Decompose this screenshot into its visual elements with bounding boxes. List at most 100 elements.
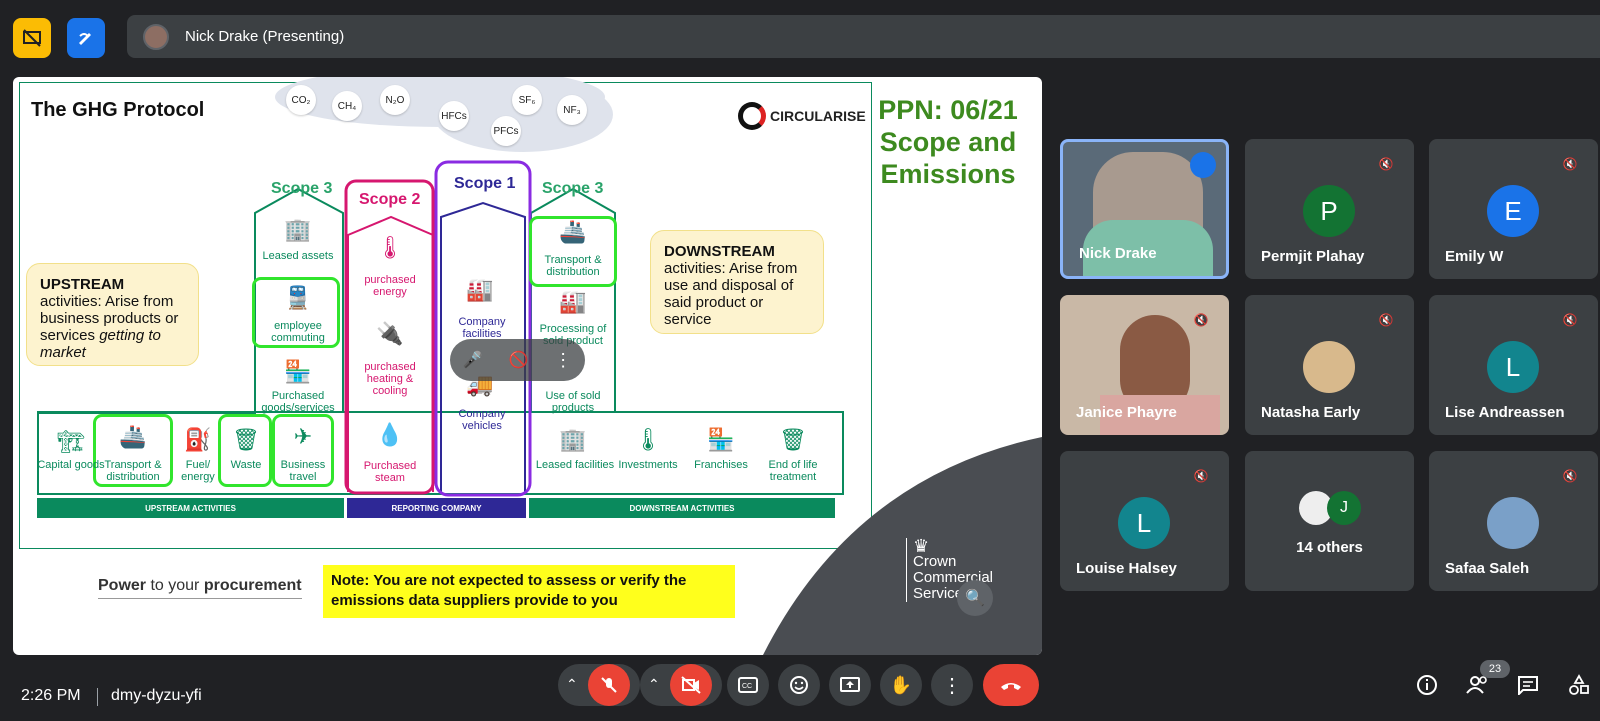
- participant-tile-permjit[interactable]: 🔇 P Permjit Plahay: [1245, 139, 1414, 279]
- downstream-bold: DOWNSTREAM: [664, 243, 775, 260]
- avatar: J: [1327, 491, 1361, 525]
- emoji-button[interactable]: [778, 664, 820, 706]
- train-icon: 🚆: [284, 285, 312, 310]
- present-screen-icon: [840, 677, 860, 692]
- purchased-energy-label: purchased energy: [364, 274, 416, 298]
- participant-tile-others[interactable]: J 14 others: [1245, 451, 1414, 591]
- ship-icon: 🚢: [559, 219, 587, 244]
- clock: 2:26 PM: [21, 687, 81, 704]
- presenting-banner[interactable]: Nick Drake (Presenting): [127, 15, 1600, 58]
- factory-icon: 🏭: [466, 277, 494, 302]
- people-count-badge: 23: [1480, 660, 1510, 678]
- participant-tile-lise[interactable]: 🔇 L Lise Andreassen: [1429, 295, 1598, 435]
- business-travel-icon: ✈: [293, 424, 313, 449]
- mic-off-button[interactable]: [588, 664, 630, 706]
- capital-goods-icon: 🏗: [57, 429, 85, 454]
- participant-name: Lise Andreassen: [1445, 404, 1565, 421]
- ppn-line1: PPN: 06/21: [878, 95, 1018, 125]
- video-off-icon[interactable]: 🚫: [509, 350, 529, 370]
- top-bar: Nick Drake (Presenting): [0, 0, 1600, 72]
- slide-overlay-controls[interactable]: 🎤 🚫 ⋮: [450, 339, 585, 381]
- captions-button[interactable]: CC: [727, 664, 769, 706]
- camera-off-button[interactable]: [670, 664, 712, 706]
- company-facilities-label: Company facilities: [458, 316, 506, 340]
- leased-facilities-icon: 🏢: [559, 427, 587, 452]
- participant-tile-louise[interactable]: 🔇 L Louise Halsey: [1060, 451, 1229, 591]
- presentation-slide: The GHG Protocol CO₂ CH₄ N₂O HFCs PFCs S…: [13, 77, 1042, 655]
- others-label: 14 others: [1296, 539, 1363, 556]
- steam-icon: 💧: [376, 422, 404, 447]
- more-vert-icon[interactable]: ⋮: [554, 350, 572, 371]
- scope1-label: Scope 1: [454, 175, 516, 192]
- participant-name: Natasha Early: [1261, 404, 1361, 421]
- raise-hand-button[interactable]: ✋: [880, 664, 922, 706]
- mic-off-icon[interactable]: 🎤: [463, 350, 483, 370]
- participant-tile-safaa[interactable]: 🔇 Safaa Saleh: [1429, 451, 1598, 591]
- transport-icon: 🚢: [119, 424, 147, 449]
- investments-icon: 🌡: [634, 427, 662, 452]
- hide-slide-button[interactable]: [13, 18, 51, 58]
- power-tagline: Power to your procurement: [98, 577, 302, 599]
- fuel-energy-icon: ⛽: [184, 427, 212, 452]
- scope3-right-label: Scope 3: [542, 180, 604, 197]
- people-icon: [1466, 676, 1487, 694]
- participant-tile-emily[interactable]: 🔇 E Emily W: [1429, 139, 1598, 279]
- reporting-bar: REPORTING COMPANY: [347, 498, 526, 518]
- info-button[interactable]: [1414, 672, 1440, 698]
- captions-icon: CC: [738, 677, 758, 693]
- more-vert-icon: ⋮: [942, 674, 962, 697]
- franchises-label: Franchises: [694, 459, 748, 471]
- transport-left-label: Transport & distribution: [104, 459, 162, 483]
- leave-call-button[interactable]: [983, 664, 1039, 706]
- phone-hangup-icon: [1001, 683, 1021, 690]
- use-of-sold-label: Use of sold products: [545, 390, 601, 414]
- thermometer-icon: 🌡: [376, 235, 404, 260]
- participant-tile-nick-drake[interactable]: Nick Drake: [1060, 139, 1229, 279]
- participant-name: Nick Drake: [1079, 245, 1157, 262]
- transport-right-label: Transport & distribution: [544, 254, 602, 278]
- chat-button[interactable]: [1515, 672, 1541, 698]
- zoom-button[interactable]: 🔍: [957, 580, 993, 616]
- upstream-bar: UPSTREAM ACTIVITIES: [37, 498, 344, 518]
- store-icon: 🏪: [284, 359, 312, 384]
- svg-text:CC: CC: [742, 683, 752, 690]
- upstream-bold: UPSTREAM: [40, 276, 125, 293]
- scope2-label: Scope 2: [359, 191, 421, 208]
- annotate-button[interactable]: [67, 18, 105, 58]
- mic-muted-icon: 🔇: [1562, 157, 1578, 171]
- activities-button[interactable]: [1566, 672, 1592, 698]
- participant-tile-natasha[interactable]: 🔇 Natasha Early: [1245, 295, 1414, 435]
- meeting-code: dmy-dyzu-yfi: [111, 687, 202, 704]
- avatar: P: [1303, 185, 1355, 237]
- present-button[interactable]: [829, 664, 871, 706]
- more-options-button[interactable]: ⋮: [931, 664, 973, 706]
- avatar: L: [1487, 341, 1539, 393]
- mic-muted-icon: 🔇: [1193, 469, 1209, 483]
- leased-assets-icon: 🏢: [284, 217, 312, 242]
- leased-facilities-label: Leased facilities: [535, 459, 615, 471]
- hide-presentation-icon: [23, 29, 41, 47]
- crest-icon: ♛: [913, 536, 930, 556]
- chat-icon: [1518, 676, 1538, 695]
- scope3-left-label: Scope 3: [271, 180, 333, 197]
- mic-muted-icon: 🔇: [1378, 313, 1394, 327]
- downstream-callout: DOWNSTREAM activities: Arise from use and…: [650, 230, 824, 334]
- mic-off-icon: [601, 677, 617, 693]
- hand-icon: ✋: [889, 674, 913, 695]
- participant-name: Emily W: [1445, 248, 1504, 265]
- mic-muted-icon: 🔇: [1193, 313, 1209, 327]
- chevron-up-icon[interactable]: ⌃: [566, 676, 578, 693]
- note-box: Note: You are not expected to assess or …: [323, 565, 735, 618]
- pen-icon: [79, 33, 91, 45]
- purchased-steam-label: Purchased steam: [363, 460, 417, 484]
- franchise-icon: 🏪: [707, 427, 735, 452]
- company-vehicles-label: Company vehicles: [458, 408, 506, 432]
- participant-name: Safaa Saleh: [1445, 560, 1530, 577]
- employee-commuting-label: employee commuting: [271, 320, 325, 344]
- participant-tile-janice[interactable]: 🔇 Janice Phayre: [1060, 295, 1229, 435]
- participant-name: Louise Halsey: [1076, 560, 1177, 577]
- corner-shape: [763, 437, 1042, 655]
- presenter-avatar: [143, 23, 169, 50]
- plug-icon: 🔌: [376, 321, 404, 346]
- chevron-up-icon[interactable]: ⌃: [648, 676, 660, 693]
